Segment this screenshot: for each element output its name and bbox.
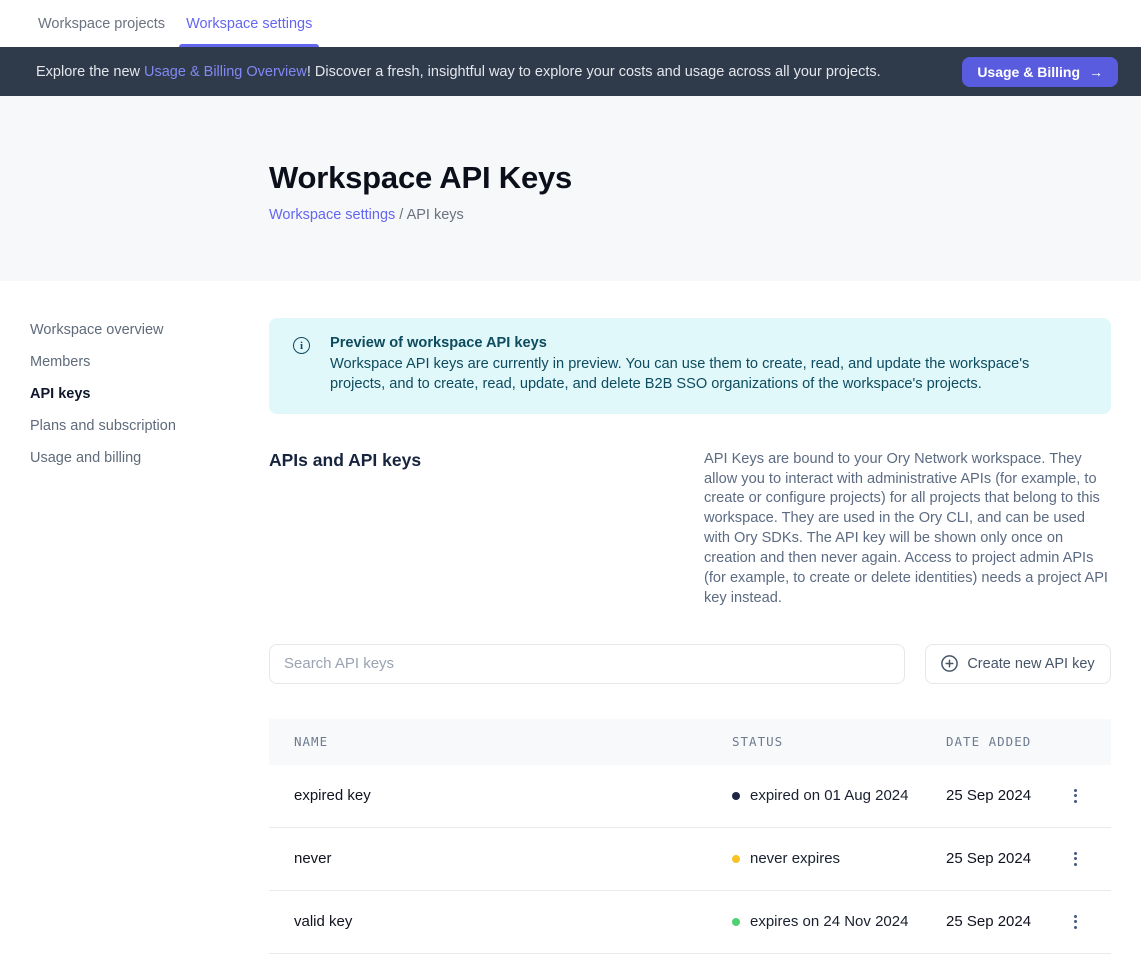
alert-title: Preview of workspace API keys bbox=[330, 335, 1087, 351]
alert-body: Workspace API keys are currently in prev… bbox=[330, 355, 1087, 395]
top-navigation: Workspace projects Workspace settings bbox=[0, 0, 1141, 47]
status-cell: expires on 24 Nov 2024 bbox=[732, 913, 946, 930]
promo-banner: Explore the new Usage & Billing Overview… bbox=[0, 47, 1141, 96]
section-heading: APIs and API keys bbox=[269, 450, 421, 609]
column-header-date-added: DATE ADDED bbox=[946, 734, 1055, 749]
api-keys-toolbar: Create new API key bbox=[269, 644, 1111, 684]
status-dot bbox=[732, 792, 740, 800]
banner-text-before: Explore the new bbox=[36, 64, 144, 80]
sidebar-item-plans-and-subscription[interactable]: Plans and subscription bbox=[30, 417, 176, 435]
status-cell: expired on 01 Aug 2024 bbox=[732, 787, 946, 804]
apis-section: APIs and API keys API Keys are bound to … bbox=[269, 450, 1111, 609]
usage-billing-button-label: Usage & Billing bbox=[977, 64, 1080, 80]
date-added: 25 Sep 2024 bbox=[946, 850, 1055, 867]
arrow-right-icon: → bbox=[1089, 64, 1103, 80]
breadcrumb-separator: / bbox=[399, 207, 403, 223]
date-added: 25 Sep 2024 bbox=[946, 787, 1055, 804]
sidebar-item-usage-and-billing[interactable]: Usage and billing bbox=[30, 449, 141, 467]
status-dot bbox=[732, 855, 740, 863]
section-description: API Keys are bound to your Ory Network w… bbox=[704, 450, 1111, 609]
breadcrumb: Workspace settings / API keys bbox=[269, 207, 1141, 223]
row-actions-menu-icon[interactable] bbox=[1068, 783, 1083, 809]
sidebar-item-api-keys[interactable]: API keys bbox=[30, 385, 90, 403]
table-header-row: NAME STATUS DATE ADDED bbox=[269, 719, 1111, 765]
table-row: valid key expires on 24 Nov 2024 25 Sep … bbox=[269, 891, 1111, 954]
status-text: expires on 24 Nov 2024 bbox=[750, 913, 908, 930]
tab-workspace-projects[interactable]: Workspace projects bbox=[36, 0, 167, 47]
content-area: Workspace overview Members API keys Plan… bbox=[0, 281, 1141, 954]
info-icon: i bbox=[293, 337, 310, 354]
sidebar-item-workspace-overview[interactable]: Workspace overview bbox=[30, 321, 164, 339]
status-text: never expires bbox=[750, 850, 840, 867]
status-text: expired on 01 Aug 2024 bbox=[750, 787, 908, 804]
preview-info-alert: i Preview of workspace API keys Workspac… bbox=[269, 318, 1111, 414]
main-panel: i Preview of workspace API keys Workspac… bbox=[269, 281, 1111, 954]
table-row: expired key expired on 01 Aug 2024 25 Se… bbox=[269, 765, 1111, 828]
breadcrumb-current: API keys bbox=[407, 207, 464, 223]
create-api-key-label: Create new API key bbox=[967, 656, 1094, 672]
status-cell: never expires bbox=[732, 850, 946, 867]
api-key-name: valid key bbox=[294, 913, 732, 930]
date-added: 25 Sep 2024 bbox=[946, 913, 1055, 930]
column-header-status: STATUS bbox=[732, 734, 946, 749]
alert-content: Preview of workspace API keys Workspace … bbox=[330, 335, 1087, 395]
column-header-name: NAME bbox=[294, 734, 732, 749]
search-input[interactable] bbox=[269, 644, 905, 684]
settings-sidebar: Workspace overview Members API keys Plan… bbox=[0, 281, 269, 954]
page-title: Workspace API Keys bbox=[269, 160, 1141, 196]
api-keys-table: NAME STATUS DATE ADDED expired key expir… bbox=[269, 719, 1111, 954]
row-actions-menu-icon[interactable] bbox=[1068, 909, 1083, 935]
breadcrumb-workspace-settings-link[interactable]: Workspace settings bbox=[269, 207, 395, 223]
row-actions-menu-icon[interactable] bbox=[1068, 846, 1083, 872]
tab-workspace-settings[interactable]: Workspace settings bbox=[184, 0, 314, 47]
status-dot bbox=[732, 918, 740, 926]
usage-billing-overview-link[interactable]: Usage & Billing Overview bbox=[144, 64, 307, 80]
page-header: Workspace API Keys Workspace settings / … bbox=[0, 96, 1141, 281]
table-row: never never expires 25 Sep 2024 bbox=[269, 828, 1111, 891]
banner-text-after: ! Discover a fresh, insightful way to ex… bbox=[307, 64, 881, 80]
sidebar-item-members[interactable]: Members bbox=[30, 353, 90, 371]
create-api-key-button[interactable]: Create new API key bbox=[925, 644, 1111, 684]
banner-text: Explore the new Usage & Billing Overview… bbox=[36, 64, 881, 80]
plus-circle-icon bbox=[941, 655, 958, 672]
api-key-name: never bbox=[294, 850, 732, 867]
usage-billing-button[interactable]: Usage & Billing → bbox=[962, 57, 1118, 87]
api-key-name: expired key bbox=[294, 787, 732, 804]
